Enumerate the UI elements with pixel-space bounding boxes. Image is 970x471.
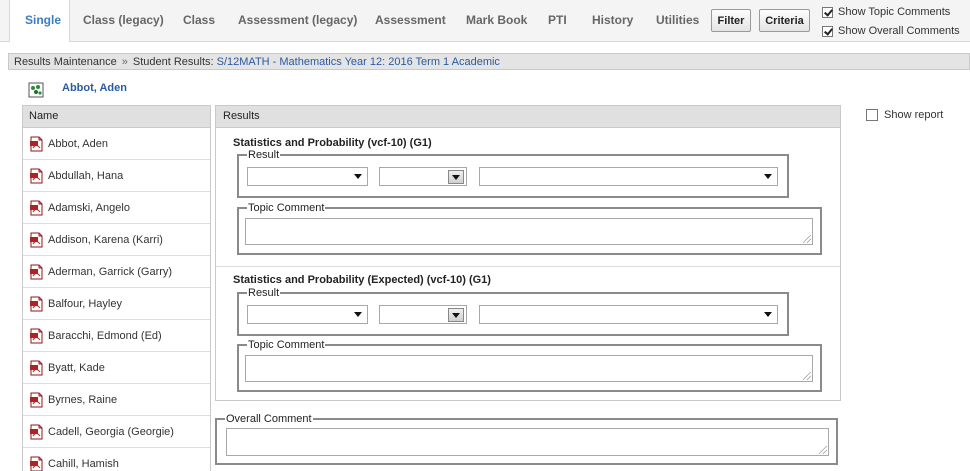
result-fieldset: Result <box>237 149 789 198</box>
overall-comment-input[interactable] <box>226 428 829 456</box>
section-divider <box>216 266 840 267</box>
resize-grip-icon[interactable] <box>803 372 811 380</box>
breadcrumb-current: Student Results: <box>132 56 214 68</box>
student-name-label: Adamski, Angelo <box>48 201 130 214</box>
chevron-down-icon <box>354 174 362 179</box>
tab-class-legacy[interactable]: Class (legacy) <box>83 13 164 27</box>
pdf-document-icon <box>30 360 43 375</box>
student-name-label: Balfour, Hayley <box>48 297 122 310</box>
topic-comment-legend: Topic Comment <box>248 202 325 214</box>
student-name-label: Abdullah, Hana <box>48 169 124 182</box>
breadcrumb-class-link[interactable]: S/12MATH - Mathematics Year 12: 2016 Ter… <box>217 56 500 68</box>
topic-comment-fieldset: Topic Comment <box>237 202 822 255</box>
list-item[interactable]: Abbot, Aden <box>23 128 210 160</box>
list-item[interactable]: Cahill, Hamish <box>23 448 210 471</box>
tab-assessment-legacy[interactable]: Assessment (legacy) <box>238 13 357 27</box>
tab-history[interactable]: History <box>592 13 633 27</box>
results-header: Results <box>216 106 840 128</box>
result-descriptor-select[interactable] <box>479 167 778 186</box>
student-name-label: Aderman, Garrick (Garry) <box>48 265 173 278</box>
result-fieldset: Result <box>237 287 789 336</box>
list-item[interactable]: Cadell, Georgia (Georgie) <box>23 416 210 448</box>
pdf-document-icon <box>30 200 43 215</box>
show-report-option[interactable]: Show report <box>866 109 943 121</box>
pdf-document-icon <box>30 232 43 247</box>
tab-single[interactable]: Single <box>25 13 61 27</box>
chevron-down-icon <box>354 312 362 317</box>
student-name-label: Byrnes, Raine <box>48 393 118 406</box>
show-report-label: Show report <box>884 109 944 121</box>
list-item[interactable]: Balfour, Hayley <box>23 288 210 320</box>
result-score-select[interactable] <box>379 167 467 186</box>
tab-mark-book[interactable]: Mark Book <box>466 13 527 27</box>
result-descriptor-select[interactable] <box>479 305 778 324</box>
selected-student-name: Abbot, Aden <box>62 82 127 94</box>
student-group-icon <box>28 82 44 98</box>
name-column-header: Name <box>23 106 210 128</box>
pdf-document-icon <box>30 264 43 279</box>
overall-comment-legend: Overall Comment <box>226 413 312 425</box>
result-legend: Result <box>248 149 280 161</box>
tab-assessment[interactable]: Assessment <box>375 13 446 27</box>
list-item[interactable]: Aderman, Garrick (Garry) <box>23 256 210 288</box>
top-navigation-bar: Single Class (legacy) Class Assessment (… <box>0 0 970 42</box>
pdf-document-icon <box>30 456 43 471</box>
chevron-down-icon[interactable] <box>448 170 464 184</box>
section-title: Statistics and Probability (Expected) (v… <box>233 274 491 286</box>
topic-comment-fieldset: Topic Comment <box>237 339 822 392</box>
show-overall-comments-label: Show Overall Comments <box>838 25 960 37</box>
pdf-document-icon <box>30 168 43 183</box>
list-item[interactable]: Byatt, Kade <box>23 352 210 384</box>
pdf-document-icon <box>30 328 43 343</box>
student-name-label: Cadell, Georgia (Georgie) <box>48 425 174 438</box>
chevron-down-icon <box>764 174 772 179</box>
tab-utilities[interactable]: Utilities <box>656 13 699 27</box>
chevron-down-icon <box>764 312 772 317</box>
list-item[interactable]: Abdullah, Hana <box>23 160 210 192</box>
show-report-checkbox[interactable] <box>866 109 878 121</box>
result-score-select[interactable] <box>379 305 467 324</box>
resize-grip-icon[interactable] <box>819 446 827 454</box>
list-item[interactable]: Adamski, Angelo <box>23 192 210 224</box>
resize-grip-icon[interactable] <box>803 235 811 243</box>
pdf-document-icon <box>30 136 43 151</box>
result-grade-select[interactable] <box>247 167 368 186</box>
chevron-down-icon[interactable] <box>448 308 464 322</box>
topic-comment-input[interactable] <box>245 218 813 245</box>
tab-class[interactable]: Class <box>183 13 215 27</box>
filter-button[interactable]: Filter <box>711 9 751 32</box>
student-name-label: Abbot, Aden <box>48 137 108 150</box>
pdf-document-icon <box>30 296 43 311</box>
pdf-document-icon <box>30 392 43 407</box>
breadcrumb-separator: » <box>121 56 128 68</box>
show-topic-comments-label: Show Topic Comments <box>838 6 951 18</box>
tab-pti[interactable]: PTI <box>548 13 567 27</box>
topic-comment-legend: Topic Comment <box>248 339 325 351</box>
breadcrumb-root[interactable]: Results Maintenance <box>14 56 117 68</box>
topic-comment-input[interactable] <box>245 355 813 382</box>
list-item[interactable]: Baracchi, Edmond (Ed) <box>23 320 210 352</box>
results-panel: Results Statistics and Probability (vcf-… <box>215 105 841 401</box>
section-title: Statistics and Probability (vcf-10) (G1) <box>233 137 432 149</box>
result-legend: Result <box>248 287 280 299</box>
show-overall-comments-checkbox[interactable] <box>822 25 833 37</box>
student-name-label: Cahill, Hamish <box>48 457 119 470</box>
list-item[interactable]: Addison, Karena (Karri) <box>23 224 210 256</box>
pdf-document-icon <box>30 424 43 439</box>
list-item[interactable]: Byrnes, Raine <box>23 384 210 416</box>
breadcrumb: Results Maintenance » Student Results: S/1… <box>8 53 970 70</box>
show-topic-comments-checkbox[interactable] <box>822 6 833 18</box>
student-name-label: Addison, Karena (Karri) <box>48 233 163 246</box>
student-name-label: Byatt, Kade <box>48 361 105 374</box>
result-grade-select[interactable] <box>247 305 368 324</box>
student-name-label: Baracchi, Edmond (Ed) <box>48 329 162 342</box>
criteria-button[interactable]: Criteria <box>759 9 810 32</box>
overall-comment-fieldset: Overall Comment <box>215 413 838 465</box>
show-overall-comments-option[interactable]: Show Overall Comments <box>822 25 960 37</box>
show-topic-comments-option[interactable]: Show Topic Comments <box>822 6 950 18</box>
student-name-list: Name Abbot, Aden Abdullah, Hana Adamski, A… <box>22 105 211 471</box>
